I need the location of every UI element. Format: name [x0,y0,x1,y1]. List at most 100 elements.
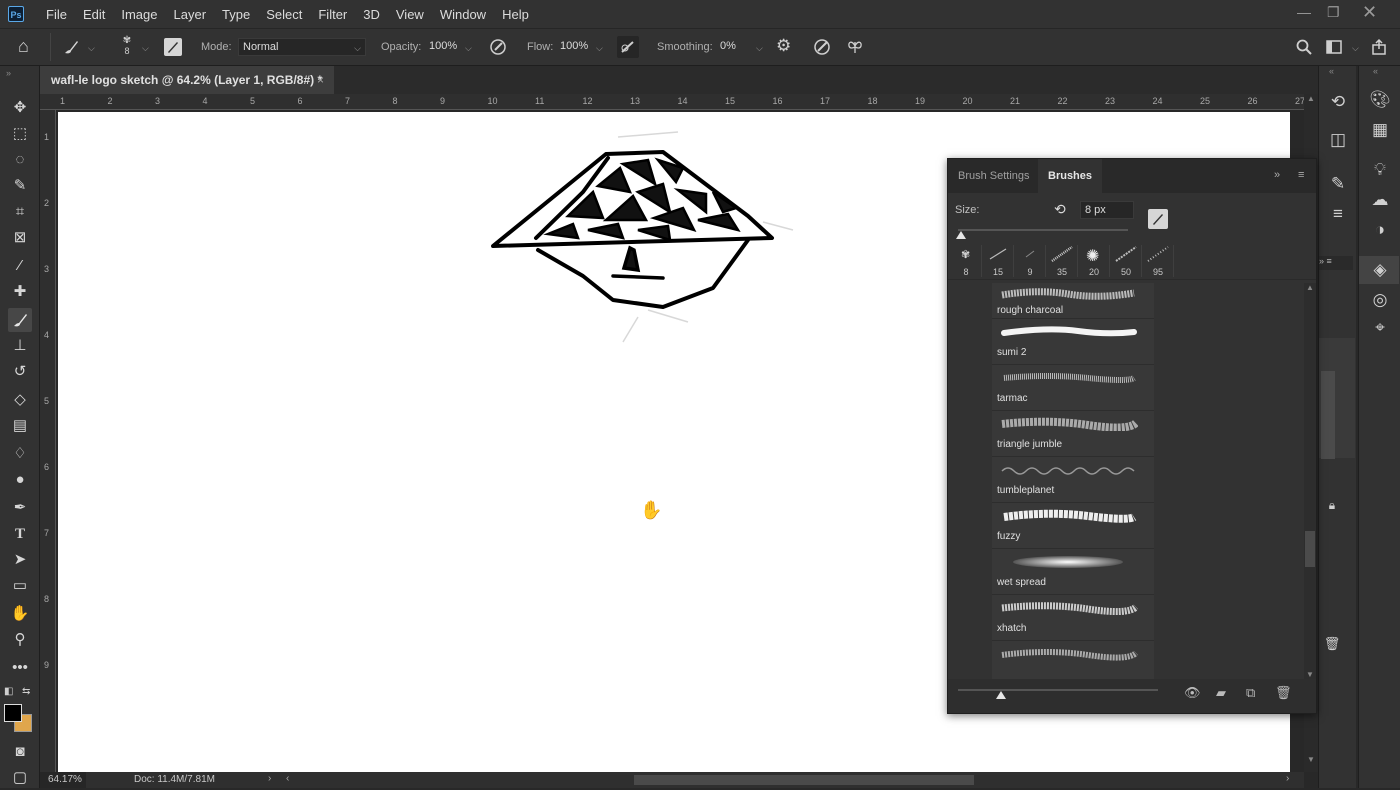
menu-view[interactable]: View [396,7,424,22]
hand-tool-icon[interactable]: ✋ [8,602,32,626]
scroll-thumb[interactable] [1305,531,1315,567]
chevron-down-icon[interactable]: ⌵ [756,43,763,54]
eyedropper-tool-icon[interactable]: ⁄ [8,254,32,278]
share-icon[interactable] [1370,38,1388,60]
close-window-icon[interactable]: ✕ [1362,2,1377,23]
home-icon[interactable]: ⌂ [18,36,29,57]
horizontal-scroll-thumb[interactable] [634,775,974,785]
menu-layer[interactable]: Layer [174,7,207,22]
scroll-down-icon[interactable]: ▼ [1306,670,1314,679]
chevron-down-icon[interactable]: ⌵ [142,43,149,54]
swap-colors-icon[interactable]: ⇆ [22,686,30,697]
lasso-tool-icon[interactable]: ◌ [8,148,32,172]
mode-select[interactable]: Normal ⌵ [238,38,366,56]
list-item[interactable]: tumbleplanet [992,457,1154,503]
brush-tool-icon[interactable] [8,308,32,332]
size-slider-thumb[interactable] [956,231,966,239]
eraser-tool-icon[interactable]: ◇ [8,388,32,412]
properties-panel-icon[interactable]: ◫ [1323,130,1353,150]
search-icon[interactable] [1295,38,1313,60]
dodge-tool-icon[interactable]: ● [8,468,32,492]
size-input[interactable]: 8 px [1080,201,1134,219]
menu-edit[interactable]: Edit [83,7,105,22]
screen-mode-icon[interactable]: ▢ [8,766,32,790]
scroll-up-icon[interactable]: ▲ [1307,94,1315,103]
brush-preset-9[interactable]: 9 [1014,245,1046,277]
smoothing-input[interactable]: 0% [716,38,752,56]
type-tool-icon[interactable]: T [8,522,32,546]
swatches-panel-icon[interactable]: ▦ [1365,120,1395,140]
menu-type[interactable]: Type [222,7,250,22]
clone-stamp-tool-icon[interactable]: ⊥ [8,334,32,358]
minimize-icon[interactable]: — [1297,4,1311,20]
marquee-tool-icon[interactable]: ⬚ [8,122,32,146]
paths-panel-icon[interactable]: ⌖ [1365,318,1395,338]
color-panel-icon[interactable]: 🎨︎ [1365,90,1395,110]
chevron-down-icon[interactable]: ⌵ [1352,43,1359,54]
history-panel-icon[interactable]: ⟲ [1323,92,1353,112]
restore-icon[interactable]: ❐ [1327,4,1340,21]
brush-preset-35[interactable]: 35 [1046,245,1078,277]
brush-preset-picker[interactable]: ✾ 8 [118,35,136,56]
move-tool-icon[interactable]: ✥ [8,96,32,120]
panel-menu-icon[interactable]: ≡ [1298,169,1304,181]
lock-icon[interactable]: 🔒︎ [1317,498,1347,513]
collapse-panel-icon[interactable]: » [1274,169,1280,181]
brush-settings-toggle-icon[interactable] [1148,209,1168,229]
list-item[interactable]: xhatch [992,595,1154,641]
adjustments-panel-icon[interactable]: ≡ [1323,204,1353,224]
chevron-down-icon[interactable]: ⌵ [596,43,603,54]
chevron-down-icon[interactable]: ⌵ [465,43,472,54]
airbrush-icon[interactable] [617,36,639,58]
brush-list-scrollbar[interactable]: ▲ ▼ [1304,283,1316,679]
foreground-color-swatch[interactable] [4,704,22,722]
brush-settings-panel-icon[interactable]: ✎ [1323,174,1353,194]
zoom-level[interactable]: 64.17% [40,772,86,788]
quick-mask-icon[interactable]: ◙ [8,740,32,764]
menu-image[interactable]: Image [121,7,157,22]
brush-preset-50[interactable]: 50 [1110,245,1142,277]
scroll-right-icon[interactable]: › [1286,773,1289,784]
menu-help[interactable]: Help [502,7,529,22]
scroll-down-icon[interactable]: ▼ [1307,755,1315,764]
pressure-size-icon[interactable] [813,38,831,60]
brush-preset-20[interactable]: ✺ 20 [1078,245,1110,277]
list-item[interactable]: triangle jumble [992,411,1154,457]
more-tools-icon[interactable]: ••• [8,656,32,680]
path-selection-tool-icon[interactable]: ➤ [8,548,32,572]
tab-brushes[interactable]: Brushes [1038,159,1103,193]
channels-panel-icon[interactable]: ◎ [1365,290,1395,310]
size-slider-track[interactable] [958,229,1128,231]
frame-tool-icon[interactable]: ⊠ [8,226,32,250]
menu-3d[interactable]: 3D [363,7,380,22]
quick-selection-tool-icon[interactable]: ✎ [8,174,32,198]
menu-select[interactable]: Select [266,7,302,22]
list-item[interactable]: wet spread [992,549,1154,595]
brush-panel-toggle-icon[interactable] [164,38,182,56]
healing-brush-tool-icon[interactable]: ✚ [8,280,32,304]
status-menu-arrow-icon[interactable]: › [268,773,271,784]
document-tab[interactable]: wafl-le logo sketch @ 64.2% (Layer 1, RG… [40,66,334,94]
brush-preset-8[interactable]: ✾ 8 [950,245,982,277]
crop-tool-icon[interactable]: ⌗ [8,200,32,224]
pen-tool-icon[interactable]: ✒ [8,496,32,520]
brush-list[interactable]: rough charcoal sumi 2 tarmac triangle ju… [992,283,1154,679]
symmetry-butterfly-icon[interactable] [846,38,864,60]
menu-window[interactable]: Window [440,7,486,22]
trash-icon[interactable]: 🗑︎ [1275,685,1292,701]
menu-file[interactable]: File [46,7,67,22]
menu-filter[interactable]: Filter [318,7,347,22]
new-brush-icon[interactable]: ⧉ [1246,685,1255,701]
eye-brush-icon[interactable]: 👁︎ [1184,685,1201,701]
adjustments-icon[interactable]: ◑ [1365,220,1395,240]
reset-size-icon[interactable]: ⟲ [1054,201,1066,218]
preview-size-slider-track[interactable] [958,689,1158,691]
libraries-panel-icon[interactable]: ☁ [1365,190,1395,210]
learn-panel-icon[interactable]: 💡︎ [1365,160,1395,180]
zoom-tool-icon[interactable]: ⚲ [8,628,32,652]
layers-panel-icon[interactable]: ◈ [1365,260,1395,280]
opacity-input[interactable]: 100% [425,38,461,56]
collapse-icon[interactable]: » [6,68,11,78]
chevron-down-icon[interactable]: ⌵ [88,43,95,54]
close-tab-icon[interactable]: × [317,66,324,94]
